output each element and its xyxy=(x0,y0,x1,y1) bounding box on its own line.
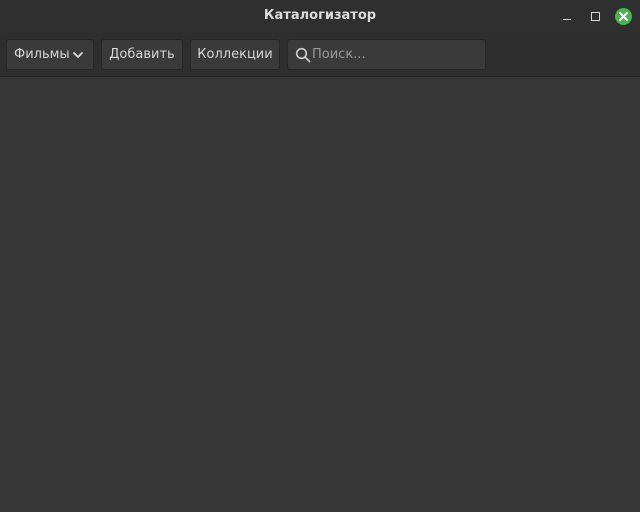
minimize-button[interactable] xyxy=(558,7,576,25)
titlebar[interactable]: Каталогизатор xyxy=(0,0,640,33)
window-title: Каталогизатор xyxy=(263,8,377,23)
category-dropdown[interactable]: Фильмы xyxy=(6,39,94,70)
collections-button[interactable]: Коллекции xyxy=(190,39,280,70)
maximize-button[interactable] xyxy=(586,7,604,25)
app-window: Каталогизатор Фильмы Добавить Коллекции … xyxy=(0,0,640,512)
maximize-icon xyxy=(590,11,600,21)
close-button[interactable] xyxy=(614,7,632,25)
chevron-down-icon xyxy=(73,52,83,58)
category-dropdown-label: Фильмы xyxy=(14,47,70,62)
search-box[interactable] xyxy=(287,39,486,70)
minimize-icon xyxy=(563,18,571,21)
add-button-label: Добавить xyxy=(109,47,175,62)
toolbar: Фильмы Добавить Коллекции xyxy=(0,33,640,77)
collections-button-label: Коллекции xyxy=(197,47,273,62)
close-icon xyxy=(614,7,632,25)
search-icon xyxy=(295,47,311,63)
content-area xyxy=(0,77,640,512)
search-input[interactable] xyxy=(312,40,480,69)
add-button[interactable]: Добавить xyxy=(101,39,183,70)
